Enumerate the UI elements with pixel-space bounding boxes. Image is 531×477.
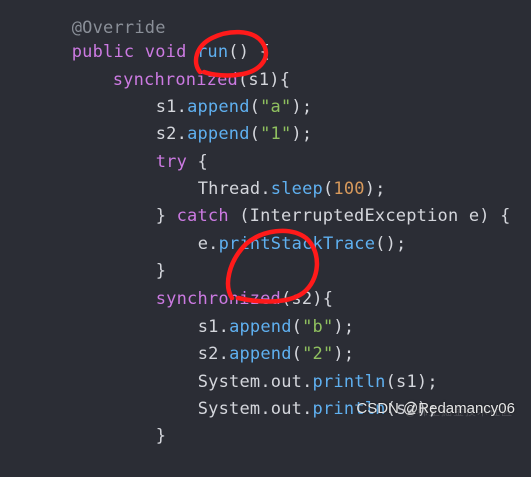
string-literal: "1" <box>260 124 292 144</box>
code-line-s2-append-1: s2.append("1"); <box>114 94 312 144</box>
code-line-synchronized-s1: synchronized(s1){ <box>71 40 290 90</box>
code-editor[interactable]: @Override public void run() { synchroniz… <box>0 0 531 446</box>
code-line-print-stack-trace: e.printStackTrace(); <box>156 204 407 254</box>
code-line-s2-append-2: s2.append("2"); <box>156 314 354 364</box>
call-rest: (); <box>375 234 407 254</box>
code-line-sync-close: } <box>114 396 166 446</box>
object-ref: System.out. <box>197 399 313 419</box>
code-line-thread-sleep: Thread.sleep(100); <box>156 149 386 199</box>
paren-close: ); <box>291 124 313 144</box>
code-line-catch: } catch (InterruptedException e) { <box>114 176 511 226</box>
code-line-method-signature: public void run() { <box>30 12 270 62</box>
csdn-watermark: CSDN @Redamancy06 <box>356 400 515 417</box>
code-line-try: try { <box>114 122 208 172</box>
method-call: printStackTrace <box>218 234 376 254</box>
object-ref: e. <box>197 234 219 254</box>
code-line-synchronized-s2: synchronized(s2){ <box>114 259 333 309</box>
paren-open: ( <box>249 124 261 144</box>
code-line-s1-append-a: s1.append("a"); <box>114 67 312 117</box>
code-line-s1-append-b: s1.append("b"); <box>156 287 354 337</box>
code-line-println-s2: System.out.println(s2); <box>156 369 438 419</box>
code-line-println-s1: System.out.println(s1); <box>156 342 438 392</box>
code-line-catch-close: } <box>114 231 166 281</box>
brace-close: } <box>155 426 167 446</box>
